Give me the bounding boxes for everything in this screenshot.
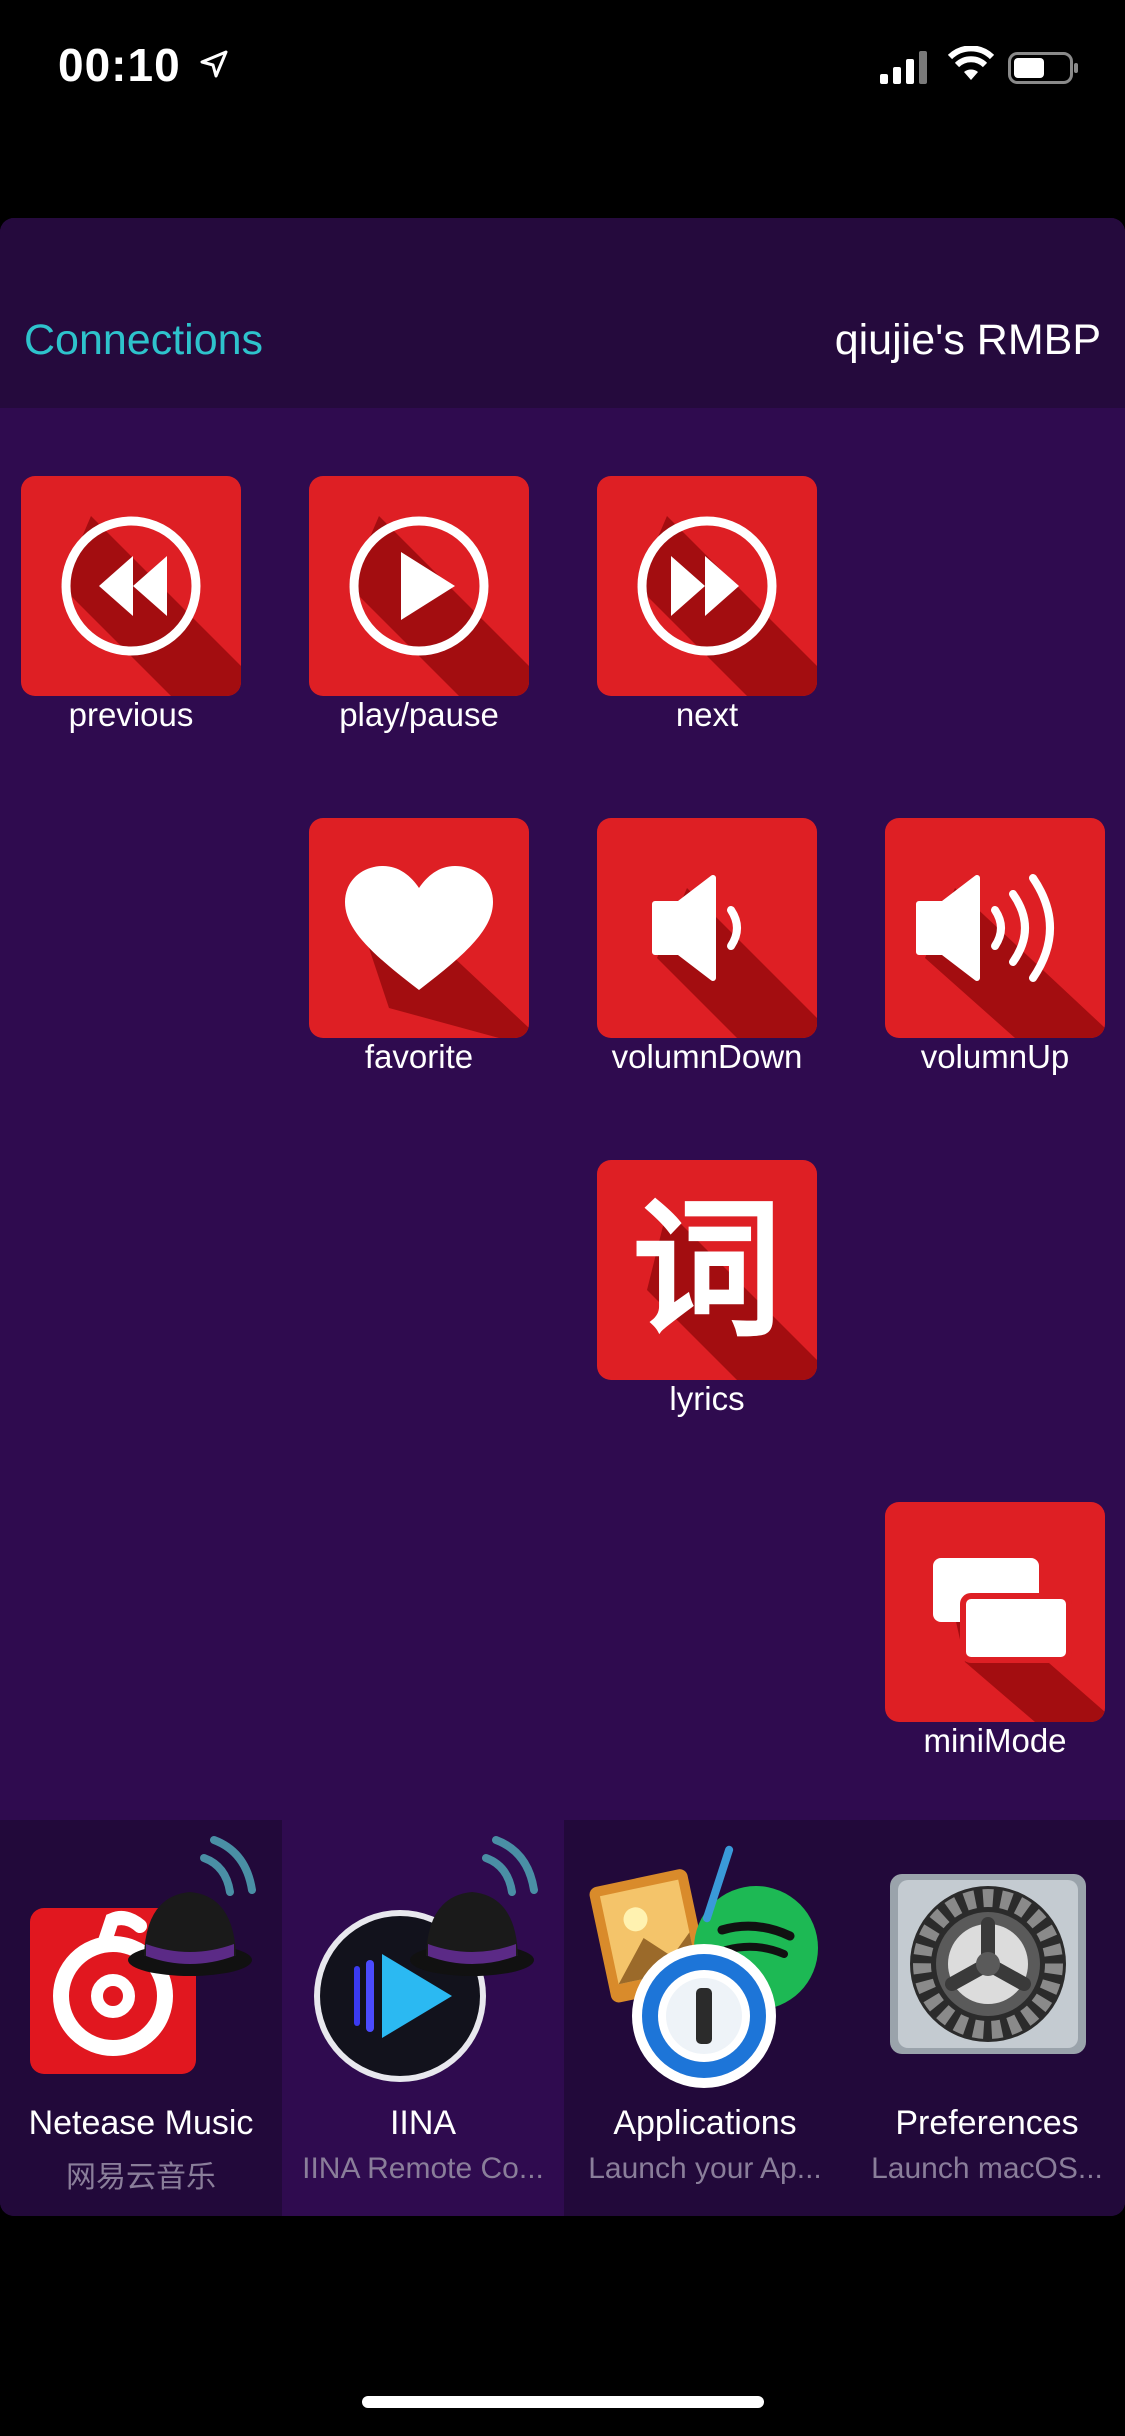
- play-pause-label: play/pause: [339, 696, 499, 733]
- next-label: next: [675, 696, 739, 733]
- mini-mode-button[interactable]: [885, 1502, 1105, 1722]
- applications-icon: [589, 1845, 818, 2088]
- location-arrow-icon: [200, 50, 228, 78]
- dock-item-iina[interactable]: IINA IINA Remote Co...: [282, 1820, 564, 2216]
- netease-music-icon: [30, 1836, 256, 2074]
- dock-title: IINA: [389, 2104, 457, 2142]
- lyrics-icon: 词: [632, 1184, 817, 1380]
- dock-item-applications[interactable]: Applications Launch your Ap...: [564, 1820, 846, 2216]
- dock-subtitle: Launch your Ap...: [588, 2152, 822, 2185]
- play-pause-button[interactable]: [309, 476, 529, 696]
- volume-up-label: volumnUp: [920, 1038, 1070, 1075]
- heart-icon: [345, 866, 529, 1038]
- dock-item-netease-music[interactable]: Netease Music 网易云音乐: [0, 1820, 282, 2216]
- lyrics-label: lyrics: [669, 1380, 745, 1417]
- play-icon: [349, 516, 529, 696]
- status-bar: 00:10: [0, 0, 1125, 140]
- system-preferences-icon: [890, 1874, 1086, 2054]
- favorite-label: favorite: [364, 1038, 474, 1075]
- cellular-signal-icon: [880, 51, 927, 84]
- navbar: Connections qiujie's RMBP: [0, 218, 1125, 408]
- lyrics-glyph: 词: [632, 1184, 782, 1358]
- volume-up-icon: [916, 874, 1105, 1038]
- dock-title: Applications: [613, 2104, 797, 2142]
- dock-subtitle: IINA Remote Co...: [302, 2152, 544, 2185]
- volume-down-icon: [652, 875, 817, 1038]
- dock-subtitle: 网易云音乐: [66, 2161, 216, 2194]
- app-dock: Netease Music 网易云音乐 IINA IINA Remote Co.…: [0, 1820, 1125, 2216]
- volume-down-button[interactable]: [597, 818, 817, 1038]
- dock-subtitle: Launch macOS...: [871, 2152, 1103, 2185]
- volume-down-label: volumnDown: [611, 1038, 803, 1075]
- dock-item-preferences[interactable]: Preferences Launch macOS...: [846, 1820, 1125, 2216]
- dock-title: Netease Music: [28, 2104, 254, 2142]
- wifi-icon: [948, 46, 994, 80]
- mini-mode-label: miniMode: [923, 1722, 1067, 1759]
- previous-label: previous: [68, 696, 194, 733]
- connections-button[interactable]: Connections: [24, 316, 263, 365]
- lyrics-button[interactable]: 词: [597, 1160, 817, 1380]
- volume-up-button[interactable]: [885, 818, 1105, 1038]
- rewind-icon: [61, 516, 241, 696]
- battery-icon: [1008, 52, 1078, 84]
- previous-button[interactable]: [21, 476, 241, 696]
- next-button[interactable]: [597, 476, 817, 696]
- iina-icon: [314, 1836, 538, 2082]
- device-name: qiujie's RMBP: [834, 316, 1101, 364]
- status-time: 00:10: [58, 39, 181, 91]
- fast-forward-icon: [637, 516, 817, 696]
- favorite-button[interactable]: [309, 818, 529, 1038]
- home-indicator[interactable]: [362, 2396, 764, 2408]
- mini-mode-icon: [933, 1558, 1105, 1722]
- dock-title: Preferences: [895, 2104, 1079, 2142]
- remote-panel: Connections qiujie's RMBP previous play/…: [0, 218, 1125, 2216]
